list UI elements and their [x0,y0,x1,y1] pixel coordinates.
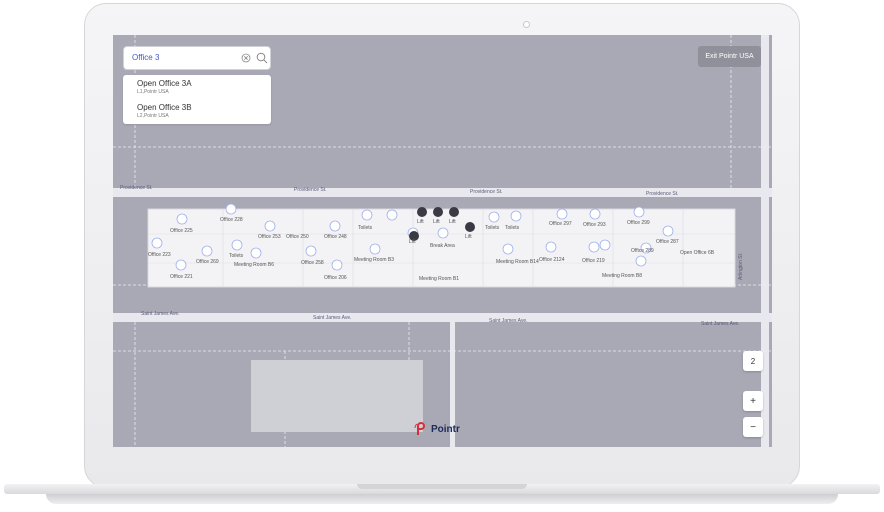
clear-circle-icon[interactable] [241,53,251,63]
road-arlington [761,35,769,447]
room-label: Office 206 [324,275,347,281]
exit-building-button[interactable]: Exit Pointr USA [698,46,761,67]
zoom-out-button[interactable]: − [743,417,763,437]
street-label-saint-james-1: Saint James Ave. [141,311,180,317]
room-label: Office 2124 [539,257,565,263]
search-result-item[interactable]: Open Office 3B L2,Pointr USA [137,103,192,119]
street-label-providence-3: Providence St. [470,189,503,195]
room-label: Toilets [358,225,373,231]
room-label: Office 253 [258,234,281,240]
room-label: Office 250 [286,234,309,240]
result-title: Open Office 3A [137,79,192,88]
room-label: Lift [433,219,440,225]
room-label: Office 225 [170,228,193,234]
room-label: Office 219 [582,258,605,264]
room-label: Office 287 [656,239,679,245]
room-label: Office 289 [631,248,654,254]
street-label-arlington: Arlington St. [738,252,744,280]
camera-dot [523,21,530,28]
room-label: Meeting Room B14 [496,259,539,265]
laptop-base-bottom [46,494,838,504]
room-label: Toilets [485,225,500,231]
room-label: Office 248 [324,234,347,240]
room-label: Toilets [505,225,520,231]
street-label-providence-4: Providence St. [646,191,679,197]
room-label: Meeting Room B3 [354,257,395,263]
room-label: Office 269 [196,259,219,265]
room-label: Office 297 [549,221,572,227]
room-label: Lift [417,219,424,225]
room-label: Open Office 6B [680,250,715,256]
result-subtitle: L1,Pointr USA [137,89,169,95]
road-saint-james [113,313,772,322]
street-label-saint-james-3: Saint James Ave. [489,318,528,324]
building-lower [251,360,423,432]
street-label-saint-james-4: Saint James Ave. [701,321,740,327]
pointr-logo: Pointr [414,422,460,436]
room-label: Lift [449,219,456,225]
room-label: Meeting Room B1 [419,276,460,282]
street-label-providence-1: Providence St. [120,185,153,191]
room-label: Toilets [229,253,244,259]
zoom-in-button[interactable]: + [743,391,763,411]
room-label: Lift [409,239,416,245]
room-label: Office 258 [301,260,324,266]
search-value[interactable]: Office 3 [132,53,159,62]
room-label: Office 228 [220,217,243,223]
street-label-providence-2: Providence St. [294,187,327,193]
pointr-logo-icon [414,422,425,435]
search-results-list: Open Office 3A L1,Pointr USA Open Office… [123,75,271,124]
laptop-notch [357,484,527,489]
search-result-item[interactable]: Open Office 3A L1,Pointr USA [137,79,192,95]
room-label: Meeting Room B8 [602,273,643,279]
room-label: Break Area [430,243,455,249]
pointr-logo-text: Pointr [431,423,460,435]
room-label: Office 223 [148,252,171,258]
room-label: Office 293 [583,222,606,228]
search-input[interactable]: Office 3 [123,46,271,70]
result-subtitle: L2,Pointr USA [137,113,169,119]
magnifier-icon[interactable] [256,52,268,64]
room-label: Meeting Room B6 [234,262,275,268]
result-title: Open Office 3B [137,103,192,112]
map-screen[interactable]: Providence St. Providence St. Providence… [113,35,772,447]
floor-selector-button[interactable]: 2 [743,351,763,371]
street-label-saint-james-2: Saint James Ave. [313,315,352,321]
room-label: Lift [465,234,472,240]
laptop-base [0,484,884,508]
room-label: Office 221 [170,274,193,280]
room-label: Office 299 [627,220,650,226]
